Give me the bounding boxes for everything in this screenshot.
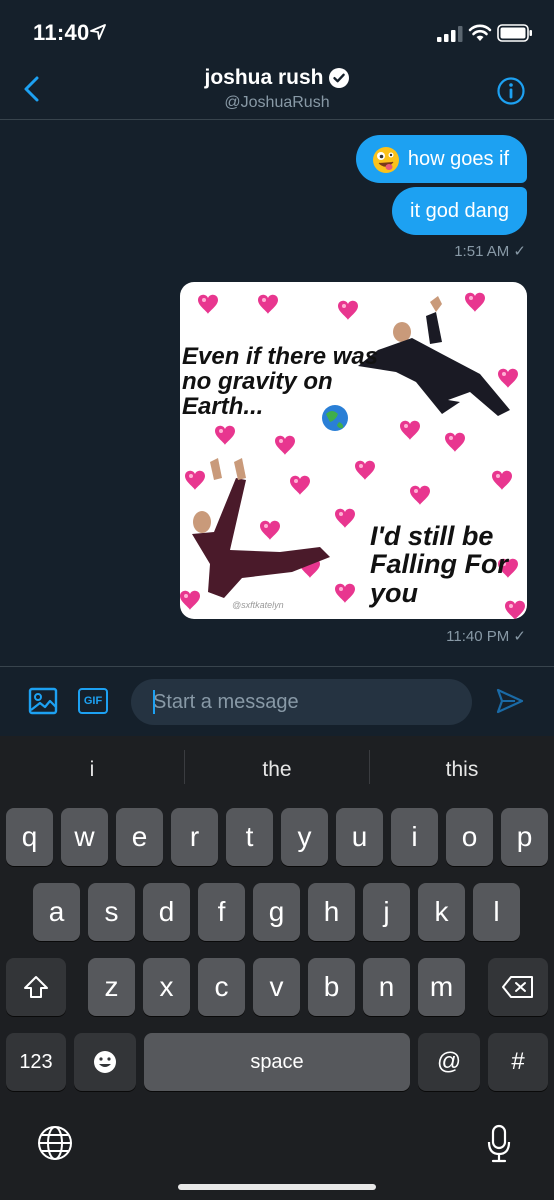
text-caret [153,690,155,714]
key-g[interactable]: g [253,883,300,941]
message-composer: GIF [0,666,554,736]
key-x[interactable]: x [143,958,190,1016]
contact-name[interactable]: joshua rush [204,66,323,90]
emoji-icon [94,1051,116,1073]
gif-button[interactable]: GIF [78,688,108,714]
suggestion-bar: i the this [0,736,554,804]
backspace-icon [502,976,533,998]
photo-icon[interactable] [28,686,58,716]
delete-key[interactable] [488,958,548,1016]
send-icon[interactable] [495,686,525,716]
image-credit: @sxftkatelyn [232,600,284,610]
verified-badge-icon [328,68,349,88]
location-arrow-icon [90,24,106,40]
key-m[interactable]: m [418,958,465,1016]
battery-icon [497,24,532,42]
key-k[interactable]: k [418,883,465,941]
key-y[interactable]: y [281,808,328,866]
key-f[interactable]: f [198,883,245,941]
globe-icon[interactable] [36,1124,74,1162]
key-j[interactable]: j [363,883,410,941]
info-icon[interactable] [496,76,526,106]
suggestion-item[interactable]: i [0,736,184,804]
message-timestamp: 1:51 AM ✓ [454,243,526,260]
home-indicator[interactable] [178,1184,376,1190]
key-r[interactable]: r [171,808,218,866]
status-bar: 11:40 [0,0,554,64]
key-h[interactable]: h [308,883,355,941]
numbers-key[interactable]: 123 [6,1033,66,1091]
key-c[interactable]: c [198,958,245,1016]
keyboard: i the this q w e r t y u i o p a s d f g… [0,736,554,1200]
image-message[interactable]: Even if there was no gravity on Earth...… [180,282,527,619]
contact-handle: @JoshuaRush [224,94,330,111]
shift-icon [24,976,48,998]
message-timestamp: 11:40 PM ✓ [446,628,526,645]
key-n[interactable]: n [363,958,410,1016]
at-key[interactable]: @ [418,1033,480,1091]
key-e[interactable]: e [116,808,163,866]
key-t[interactable]: t [226,808,273,866]
meme-caption-bottom: I'd still be Falling For you [370,521,508,608]
emoji-key[interactable] [74,1033,136,1091]
microphone-icon[interactable] [486,1124,512,1164]
key-w[interactable]: w [61,808,108,866]
key-u[interactable]: u [336,808,383,866]
message-input[interactable] [131,679,472,725]
key-o[interactable]: o [446,808,493,866]
key-z[interactable]: z [88,958,135,1016]
key-d[interactable]: d [143,883,190,941]
key-a[interactable]: a [33,883,80,941]
status-time: 11:40 [33,20,90,45]
message-text: it god dang [410,200,509,222]
key-v[interactable]: v [253,958,300,1016]
wifi-icon [468,24,492,41]
message-bubble[interactable]: how goes if [355,135,527,183]
space-key[interactable]: space [144,1033,410,1091]
contact-name-row[interactable]: joshua rush [0,66,554,90]
shift-key[interactable] [6,958,66,1016]
key-p[interactable]: p [501,808,548,866]
message-bubble[interactable]: it god dang [392,187,527,235]
message-text: how goes if [407,148,509,170]
zany-face-emoji-icon [372,147,399,173]
suggestion-item[interactable]: this [370,736,554,804]
suggestion-item[interactable]: the [185,736,369,804]
meme-caption-top: Even if there was no gravity on Earth... [182,343,379,421]
hash-key[interactable]: # [488,1033,548,1091]
cellular-signal-icon [437,26,463,42]
key-l[interactable]: l [473,883,520,941]
key-s[interactable]: s [88,883,135,941]
key-i[interactable]: i [391,808,438,866]
key-b[interactable]: b [308,958,355,1016]
key-q[interactable]: q [6,808,53,866]
conversation-header: joshua rush @JoshuaRush [0,64,554,120]
